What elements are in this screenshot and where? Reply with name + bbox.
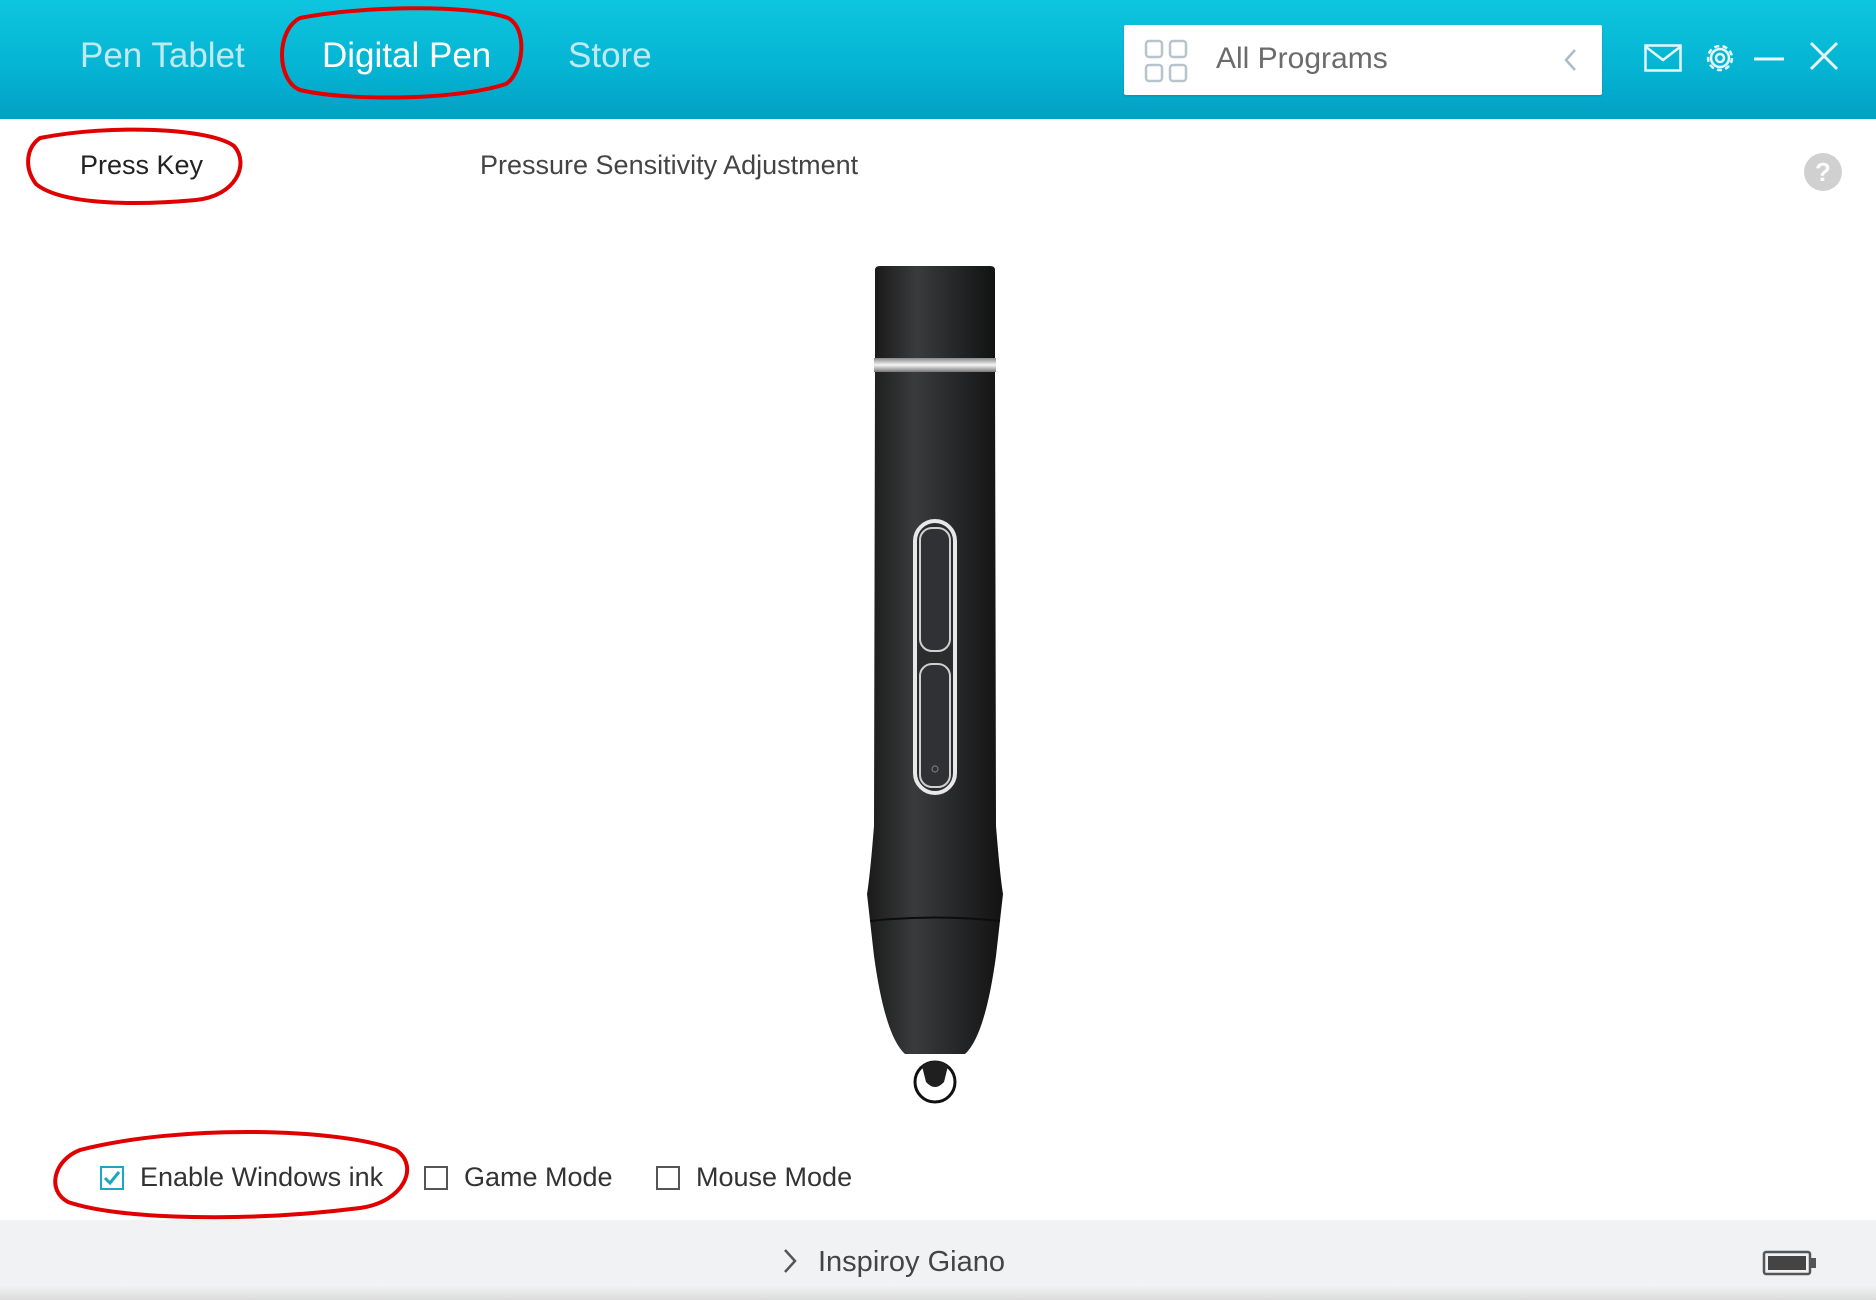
checkbox-box[interactable] — [100, 1166, 124, 1190]
mouse-mode-label: Mouse Mode — [696, 1162, 853, 1192]
program-selector-label: All Programs — [1216, 42, 1388, 75]
game-mode-label: Game Mode — [464, 1162, 613, 1192]
close-icon[interactable] — [1808, 40, 1840, 72]
tab-pen-tablet[interactable]: Pen Tablet — [80, 36, 245, 76]
title-bar: Pen Tablet Digital Pen Store All Program… — [0, 0, 1876, 119]
help-button[interactable]: ? — [1804, 153, 1842, 191]
tab-digital-pen[interactable]: Digital Pen — [322, 36, 491, 76]
enable-windows-ink-label: Enable Windows ink — [140, 1162, 384, 1192]
battery-icon — [1762, 1250, 1816, 1276]
pen-upper-button — [919, 527, 951, 652]
minimize-icon[interactable] — [1752, 42, 1786, 72]
chevron-left-icon[interactable] — [1560, 47, 1582, 73]
mail-icon[interactable] — [1644, 44, 1682, 72]
gear-icon[interactable] — [1702, 40, 1738, 76]
pen-lower-button — [919, 663, 951, 788]
subtab-pressure-sensitivity[interactable]: Pressure Sensitivity Adjustment — [480, 150, 858, 181]
status-bar: Inspiroy Giano — [0, 1220, 1876, 1300]
checkbox-box[interactable] — [656, 1166, 680, 1190]
device-name: Inspiroy Giano — [818, 1246, 1005, 1278]
tab-store[interactable]: Store — [568, 36, 652, 76]
program-selector[interactable]: All Programs — [1124, 25, 1602, 95]
digital-pen-image — [867, 266, 1003, 1104]
checkbox-box[interactable] — [424, 1166, 448, 1190]
grid-icon — [1144, 39, 1188, 83]
pen-ring — [874, 358, 996, 372]
subtab-press-key[interactable]: Press Key — [80, 150, 203, 181]
chevron-right-icon — [784, 1249, 797, 1273]
device-selector[interactable]: Inspiroy Giano — [780, 1246, 1005, 1282]
checkmark-icon — [103, 1171, 121, 1186]
